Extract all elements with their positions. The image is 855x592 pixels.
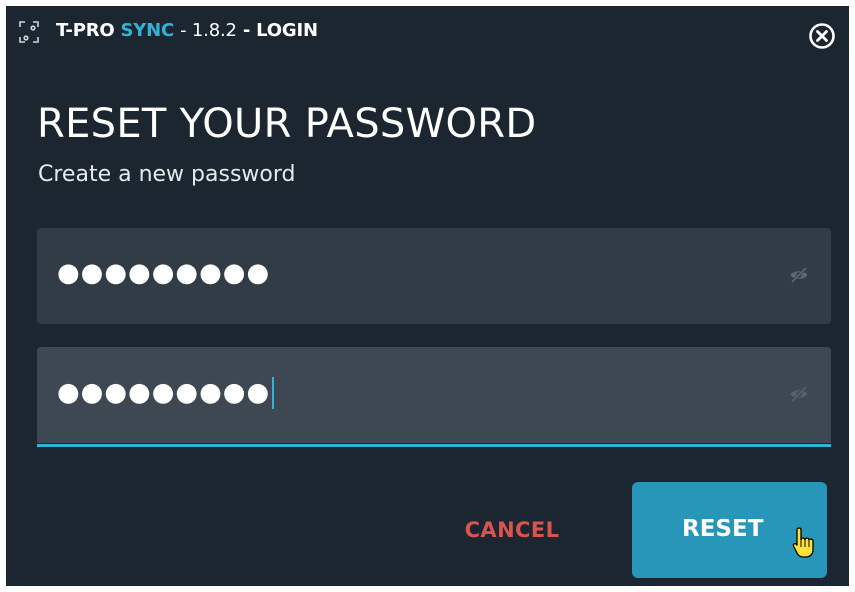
- reset-password-dialog: T-PRO SYNC - 1.8.2 - LOGIN RESET YOUR PA…: [6, 6, 849, 586]
- cancel-button[interactable]: CANCEL: [442, 510, 582, 550]
- reset-button-label: RESET: [682, 516, 764, 542]
- app-name-prefix: T-PRO: [56, 20, 115, 41]
- title-bar: T-PRO SYNC - 1.8.2 - LOGIN: [6, 6, 849, 62]
- confirm-password-field[interactable]: ●●●●●●●●●: [37, 347, 831, 447]
- close-icon[interactable]: [808, 22, 836, 50]
- page-subtitle: Create a new password: [38, 162, 296, 187]
- eye-slash-icon[interactable]: [789, 265, 809, 285]
- new-password-field[interactable]: ●●●●●●●●●: [37, 228, 831, 324]
- window-title: T-PRO SYNC - 1.8.2 - LOGIN: [56, 20, 318, 41]
- eye-slash-icon[interactable]: [789, 384, 809, 404]
- confirm-password-value: ●●●●●●●●●: [57, 377, 275, 409]
- new-password-value: ●●●●●●●●●: [57, 258, 271, 288]
- reset-button[interactable]: RESET: [632, 482, 827, 578]
- hand-cursor-icon: [792, 527, 814, 558]
- confirm-password-text: ●●●●●●●●●: [57, 377, 271, 408]
- app-version: - 1.8.2: [180, 20, 237, 41]
- page-title: RESET YOUR PASSWORD: [37, 101, 537, 147]
- screen-name: - LOGIN: [242, 20, 318, 41]
- app-name-sync: SYNC: [120, 20, 175, 41]
- focus-underline: [37, 444, 831, 447]
- app-logo-icon: [19, 21, 39, 43]
- text-caret: [272, 377, 275, 409]
